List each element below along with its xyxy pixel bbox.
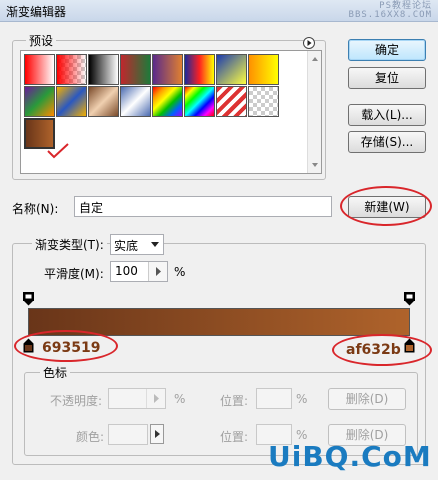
ok-button[interactable]: 确定: [348, 39, 426, 61]
preset-swatch[interactable]: [184, 86, 215, 117]
preset-swatch[interactable]: [184, 54, 215, 85]
opacity-delete-button[interactable]: 删除(D): [328, 388, 406, 410]
load-button[interactable]: 载入(L)...: [348, 104, 426, 126]
preset-scrollbar[interactable]: [307, 51, 321, 173]
opacity-stop-left[interactable]: [23, 292, 34, 306]
gradient-type-select[interactable]: 实底: [110, 234, 164, 255]
preset-swatch[interactable]: [88, 54, 119, 85]
chevron-down-icon: [151, 242, 159, 247]
preset-swatch[interactable]: [216, 54, 247, 85]
preset-swatch[interactable]: [248, 54, 279, 85]
smoothness-label: 平滑度(M):: [44, 267, 104, 281]
new-button-highlight: [340, 186, 432, 226]
red-check-mark: [47, 143, 69, 159]
color-label: 颜色:: [76, 430, 105, 444]
right-hex-highlight: [332, 334, 432, 366]
presets-menu-icon[interactable]: [303, 37, 315, 49]
opacity-stop-right[interactable]: [404, 292, 415, 306]
color-stops-legend: 色标: [40, 364, 71, 381]
smoothness-unit: %: [174, 265, 186, 279]
preset-swatch[interactable]: [120, 54, 151, 85]
smoothness-dropdown-icon[interactable]: [148, 262, 167, 281]
watermark-line2: BBS.16XX8.COM: [348, 10, 432, 20]
name-input[interactable]: 自定: [74, 196, 332, 217]
opacity-location-unit: %: [296, 392, 308, 406]
window-title: 渐变编辑器: [6, 5, 67, 19]
footer-watermark: UiBQ.CoM: [268, 440, 432, 473]
preset-swatch[interactable]: [216, 86, 247, 117]
color-location-label: 位置:: [220, 430, 249, 444]
watermark: PS教程论坛 BBS.16XX8.COM: [349, 2, 432, 20]
gradient-type-label: 渐变类型(T):: [32, 236, 107, 253]
opacity-dropdown-icon[interactable]: [146, 389, 165, 408]
color-dropdown-icon[interactable]: [150, 424, 164, 444]
title-bar: 渐变编辑器 PS教程论坛 BBS.16XX8.COM: [0, 0, 438, 22]
preset-swatch[interactable]: [120, 86, 151, 117]
preset-swatch[interactable]: [56, 86, 87, 117]
save-button[interactable]: 存储(S)...: [348, 131, 426, 153]
gradient-type-value: 实底: [114, 239, 139, 253]
preset-swatch[interactable]: [24, 86, 55, 117]
name-label: 名称(N):: [12, 202, 59, 216]
preset-swatch[interactable]: [248, 86, 279, 117]
preset-swatch[interactable]: [24, 54, 55, 85]
preset-swatch[interactable]: [152, 86, 183, 117]
opacity-unit: %: [174, 392, 186, 406]
left-hex-highlight: [14, 330, 118, 362]
reset-button[interactable]: 复位: [348, 67, 426, 89]
opacity-location-input[interactable]: [256, 388, 292, 409]
preset-swatch[interactable]: [152, 54, 183, 85]
preset-swatch[interactable]: [56, 54, 87, 85]
color-swatch-field[interactable]: [108, 424, 148, 445]
opacity-label: 不透明度:: [50, 394, 103, 408]
presets-legend: 预设: [26, 32, 57, 49]
preset-swatch[interactable]: [88, 86, 119, 117]
opacity-location-label: 位置:: [220, 394, 249, 408]
